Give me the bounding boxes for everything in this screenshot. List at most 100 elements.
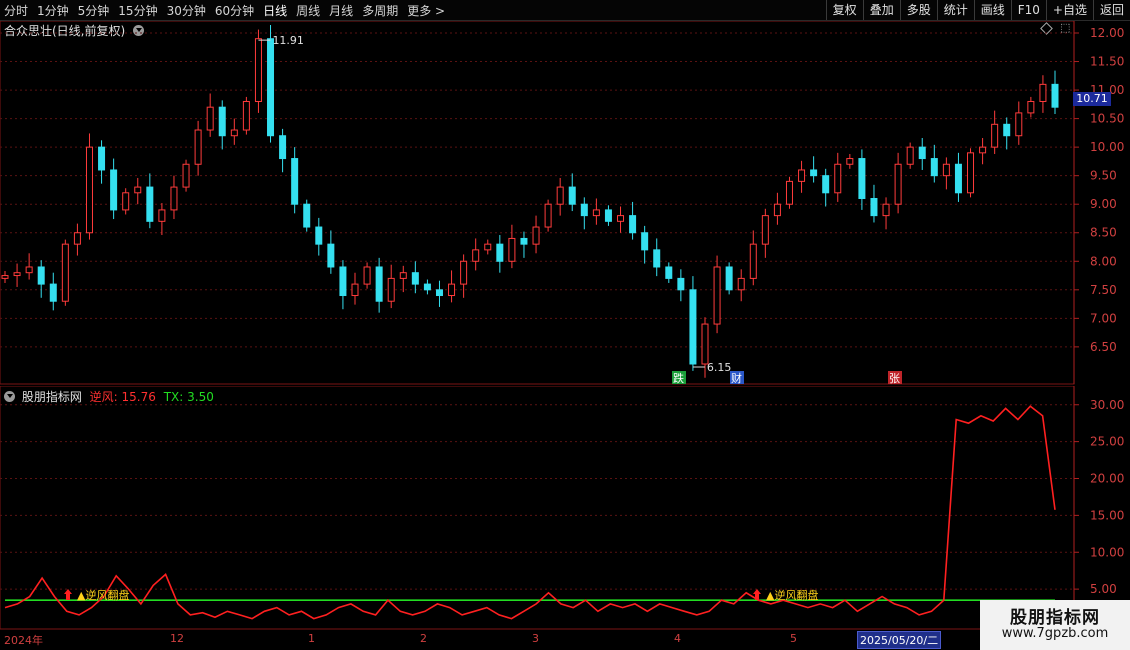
toolbar-buttons: 复权 叠加 多股 统计 画线 F10 +自选 返回	[825, 0, 1130, 20]
y-tick-label: 20.00	[1090, 472, 1124, 486]
candle-body	[713, 266, 721, 325]
candle-body	[279, 135, 287, 160]
tab-60min[interactable]: 60分钟	[215, 2, 254, 19]
tab-15min[interactable]: 15分钟	[118, 2, 157, 19]
candle-body	[182, 163, 190, 188]
candle-body	[701, 323, 709, 365]
date-label: 5	[790, 632, 797, 645]
y-tick-label: 10.00	[1090, 140, 1124, 154]
candle-body	[399, 272, 407, 279]
add-watchlist-button[interactable]: +自选	[1045, 0, 1093, 20]
candle-body	[761, 215, 769, 245]
tab-fenshi[interactable]: 分时	[4, 2, 28, 19]
candle-body	[267, 38, 275, 137]
candle-body	[73, 232, 81, 245]
fuquan-button[interactable]: 复权	[825, 0, 863, 20]
watermark-logo: 股朋指标网 www.7gpzb.com	[980, 600, 1130, 650]
y-tick-label: 9.50	[1090, 169, 1117, 183]
tab-monthly[interactable]: 月线	[329, 2, 353, 19]
statistics-button[interactable]: 统计	[936, 0, 974, 20]
candle-body	[61, 243, 69, 302]
overlay-button[interactable]: 叠加	[862, 0, 900, 20]
candle-body	[158, 209, 166, 222]
candle-body	[954, 163, 962, 194]
y-tick-label: 8.00	[1090, 254, 1117, 268]
draw-line-button[interactable]: 画线	[973, 0, 1011, 20]
candle-body	[472, 249, 480, 262]
candle-body	[1051, 83, 1059, 108]
candlestick-chart[interactable]: 12.0011.5011.0010.5010.009.509.008.508.0…	[0, 21, 1130, 385]
y-tick-label: 5.00	[1090, 582, 1117, 596]
y-tick-label: 6.50	[1090, 340, 1117, 354]
candle-body	[387, 277, 395, 302]
main-frame	[0, 21, 1075, 385]
watermark-url: www.7gpzb.com	[1001, 626, 1109, 641]
candle-body	[785, 180, 793, 205]
signal-label: ▲逆风翻盘	[766, 588, 818, 602]
date-label: 12	[170, 632, 184, 645]
y-tick-label: 15.00	[1090, 508, 1124, 522]
candle-body	[327, 243, 335, 268]
candle-body	[882, 203, 890, 217]
candle-body	[303, 203, 311, 228]
candle-body	[737, 277, 745, 291]
candle-body	[1039, 83, 1047, 102]
f10-button[interactable]: F10	[1010, 0, 1046, 20]
tab-5min[interactable]: 5分钟	[78, 2, 110, 19]
more-menu[interactable]: 更多 >	[407, 2, 445, 19]
candle-body	[98, 146, 106, 171]
candle-body	[798, 169, 806, 182]
candle-body	[580, 203, 588, 217]
indicator-frame	[0, 386, 1075, 630]
candle-body	[846, 158, 854, 165]
candle-body	[146, 186, 154, 222]
y-tick-label: 10.50	[1090, 112, 1124, 126]
candle-body	[1, 275, 9, 279]
date-label: 4	[674, 632, 681, 645]
candle-body	[37, 266, 45, 285]
candle-body	[25, 266, 33, 274]
tab-weekly[interactable]: 周线	[296, 2, 320, 19]
candle-body	[448, 283, 456, 297]
candle-body	[617, 215, 625, 222]
candle-body	[749, 243, 757, 279]
candle-body	[822, 175, 830, 194]
candle-body	[460, 260, 468, 285]
candle-body	[773, 203, 781, 217]
candle-body	[942, 163, 950, 177]
candle-body	[363, 266, 371, 285]
candle-body	[134, 186, 142, 194]
tab-1min[interactable]: 1分钟	[37, 2, 69, 19]
candle-body	[689, 289, 697, 365]
candle-body	[1015, 112, 1023, 137]
candle-body	[315, 226, 323, 245]
toolbar: 分时 1分钟 5分钟 15分钟 30分钟 60分钟 日线 周线 月线 多周期 更…	[0, 0, 1130, 21]
candle-body	[592, 209, 600, 217]
candle-body	[520, 237, 528, 245]
high-price-label: 11.91	[272, 34, 304, 47]
event-badge-label: 跌	[673, 371, 684, 385]
back-button[interactable]: 返回	[1092, 0, 1130, 20]
y-tick-label: 7.50	[1090, 283, 1117, 297]
candle-body	[834, 163, 842, 194]
candle-body	[85, 146, 93, 234]
candle-body	[13, 272, 21, 277]
event-badge-label: 财	[731, 371, 742, 385]
indicator-chart[interactable]: 30.00 25.00 20.00 15.00 10.00 5.00 ▲逆风翻盘 ▲逆风翻盘	[0, 386, 1130, 630]
y-tick-label: 25.00	[1090, 435, 1124, 449]
candle-body	[568, 186, 576, 205]
y-tick-label: 30.00	[1090, 398, 1124, 412]
tab-multi-period[interactable]: 多周期	[362, 2, 398, 19]
tab-30min[interactable]: 30分钟	[167, 2, 206, 19]
candle-body	[435, 289, 443, 297]
candle-body	[194, 129, 202, 165]
tab-daily[interactable]: 日线	[263, 2, 287, 19]
y-tick-label: 10.00	[1090, 545, 1124, 559]
more-label: 更多	[407, 3, 432, 18]
y-tick-label: 9.00	[1090, 197, 1117, 211]
date-label: 1	[308, 632, 315, 645]
up-arrow-icon	[64, 589, 72, 600]
candle-body	[49, 283, 57, 302]
candle-body	[810, 169, 818, 177]
multi-stock-button[interactable]: 多股	[899, 0, 937, 20]
